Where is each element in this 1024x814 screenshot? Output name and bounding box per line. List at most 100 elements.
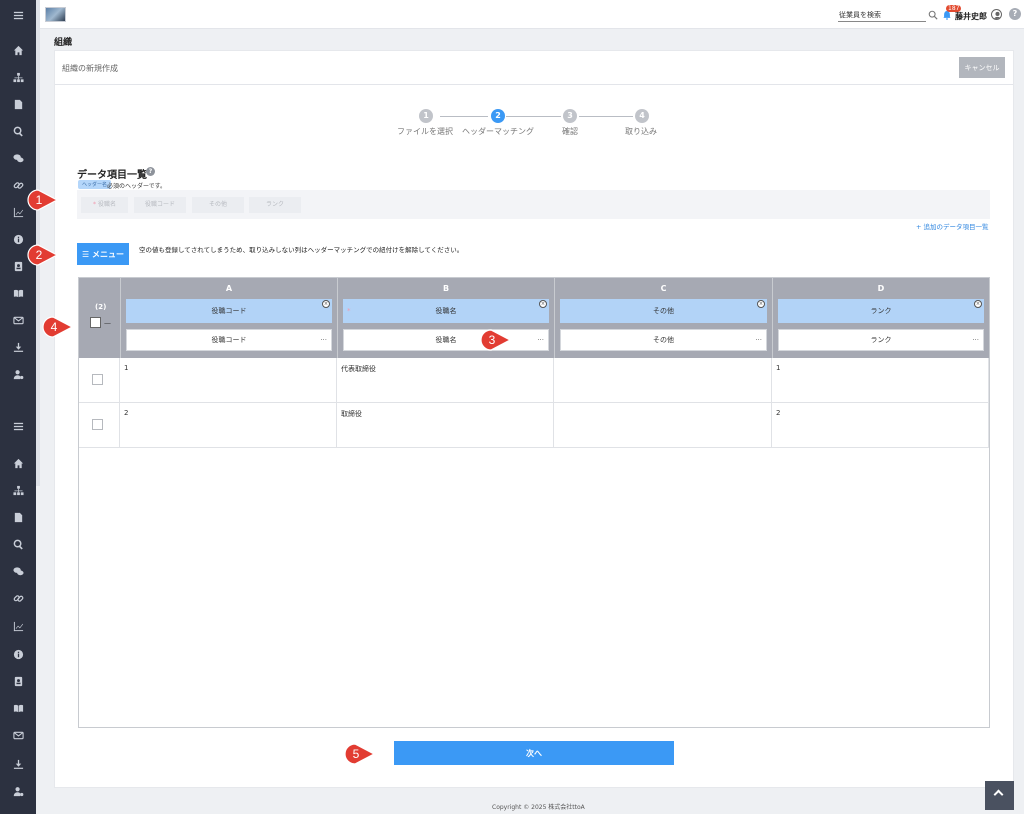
step-4-label: 取り込み — [625, 127, 657, 136]
more-icon[interactable]: ··· — [972, 330, 979, 350]
header-select[interactable]: その他 ··· — [560, 329, 767, 351]
select-column-header: (2) — — [79, 278, 120, 358]
sidebar — [0, 0, 36, 814]
mail-icon[interactable] — [0, 307, 36, 333]
page-title: 組織 — [54, 38, 73, 48]
column-header-d: D ランク × ランク ··· — [772, 278, 989, 358]
column-letter: C — [660, 284, 667, 293]
scroll-to-top-button[interactable] — [985, 781, 1014, 810]
field-chip[interactable]: その他 — [192, 197, 244, 213]
required-legend-text: 必須のヘッダーです。 — [107, 183, 167, 190]
table-cell[interactable]: 1 — [772, 358, 989, 402]
user-settings-icon[interactable] — [0, 361, 36, 387]
step-1-circle: 1 — [419, 109, 433, 123]
row-checkbox[interactable] — [92, 374, 103, 385]
chevron-up-icon — [993, 789, 1004, 800]
book-icon[interactable] — [0, 280, 36, 306]
sidebar-edge — [36, 0, 40, 486]
cancel-button[interactable]: キャンセル — [959, 57, 1005, 78]
home-icon-2[interactable] — [0, 450, 36, 476]
table-cell[interactable] — [554, 358, 772, 402]
header-chip[interactable]: * 役職名 × — [343, 299, 549, 323]
callout-marker: 3 — [480, 329, 512, 351]
help-icon[interactable]: ? — [146, 167, 155, 176]
info-icon-2[interactable] — [0, 641, 36, 667]
document-icon[interactable] — [0, 91, 36, 117]
search-icon[interactable] — [928, 10, 938, 20]
header-chip[interactable]: 役職コード × — [126, 299, 332, 323]
menu-button[interactable]: ☰ メニュー — [77, 243, 129, 265]
document-icon-2[interactable] — [0, 504, 36, 530]
avatar[interactable] — [991, 9, 1002, 20]
chat-icon-2[interactable] — [0, 558, 36, 584]
column-letter: B — [442, 284, 450, 293]
add-data-items-link[interactable]: + 追加のデータ項目一覧 — [916, 221, 989, 231]
download-icon-2[interactable] — [0, 751, 36, 777]
row-checkbox[interactable] — [92, 419, 103, 430]
download-icon[interactable] — [0, 334, 36, 360]
card-header: 組織の新規作成 キャンセル — [55, 51, 1013, 85]
header-chip[interactable]: その他 × — [560, 299, 767, 323]
menu-note: 空の値も登録してされてしまうため、取り込みしない列はヘッダーマッチングでの紐付け… — [139, 246, 464, 254]
user-settings-icon-2[interactable] — [0, 778, 36, 804]
callout-marker: 4 — [42, 316, 74, 338]
hamburger-menu-icon[interactable] — [0, 2, 36, 28]
step-2-circle: 2 — [491, 109, 505, 123]
field-chip[interactable]: * 役職名 — [81, 197, 128, 213]
table-row: 2 取締役 2 — [79, 403, 989, 448]
help-icon[interactable]: ? — [1009, 8, 1021, 20]
user-name[interactable]: 藤井史郎 — [955, 11, 987, 22]
search-icon[interactable] — [0, 118, 36, 144]
step-2-label: ヘッダーマッチング — [462, 127, 534, 136]
callout-marker: 1 — [27, 189, 59, 211]
search-icon-2[interactable] — [0, 531, 36, 557]
remove-icon[interactable]: × — [757, 300, 765, 308]
top-bar: 187 藤井史郎 ? — [36, 0, 1024, 29]
remove-icon[interactable]: × — [322, 300, 330, 308]
link-icon-2[interactable] — [0, 585, 36, 611]
callout-marker: 5 — [344, 743, 376, 765]
header-select[interactable]: ランク ··· — [778, 329, 984, 351]
book-icon-2[interactable] — [0, 695, 36, 721]
table-cell[interactable] — [554, 403, 772, 447]
callout-marker: 2 — [27, 244, 59, 266]
employee-search-input[interactable] — [838, 9, 926, 22]
main-card: 組織の新規作成 キャンセル 1 2 3 4 ファイルを選択 ヘッダーマッチング … — [54, 50, 1014, 788]
select-all-checkbox[interactable] — [90, 317, 101, 328]
step-connector — [440, 116, 488, 117]
chat-icon[interactable] — [0, 145, 36, 171]
table-cell[interactable]: 代表取締役 — [337, 358, 554, 402]
header-select[interactable]: 役職名 ··· — [343, 329, 549, 351]
hamburger-menu-icon-2[interactable] — [0, 413, 36, 439]
next-button[interactable]: 次へ — [394, 741, 674, 765]
data-fields-bar: * 役職名 役職コード その他 ランク — [77, 190, 990, 219]
step-connector — [579, 116, 633, 117]
step-4-circle: 4 — [635, 109, 649, 123]
step-1-label: ファイルを選択 — [397, 127, 453, 136]
remove-icon[interactable]: × — [539, 300, 547, 308]
field-chip[interactable]: 役職コード — [134, 197, 186, 213]
column-letter: A — [225, 284, 233, 293]
mail-icon-2[interactable] — [0, 722, 36, 748]
header-chip[interactable]: ランク × — [778, 299, 984, 323]
section-title: データ項目一覧 — [77, 170, 147, 181]
column-header-c: C その他 × その他 ··· — [554, 278, 772, 358]
table-cell[interactable]: 1 — [120, 358, 337, 402]
org-chart-icon-2[interactable] — [0, 477, 36, 503]
step-3-label: 確認 — [562, 127, 578, 136]
more-icon[interactable]: ··· — [320, 330, 327, 350]
org-chart-icon[interactable] — [0, 64, 36, 90]
column-letter: D — [877, 284, 885, 293]
more-icon[interactable]: ··· — [755, 330, 762, 350]
chart-icon-2[interactable] — [0, 613, 36, 639]
company-logo[interactable] — [45, 7, 66, 22]
contact-card-icon-2[interactable] — [0, 668, 36, 694]
table-cell[interactable]: 2 — [120, 403, 337, 447]
header-select[interactable]: 役職コード ··· — [126, 329, 332, 351]
field-chip[interactable]: ランク — [249, 197, 301, 213]
table-cell[interactable]: 2 — [772, 403, 989, 447]
more-icon[interactable]: ··· — [537, 330, 544, 350]
table-cell[interactable]: 取締役 — [337, 403, 554, 447]
home-icon[interactable] — [0, 37, 36, 63]
remove-icon[interactable]: × — [974, 300, 982, 308]
